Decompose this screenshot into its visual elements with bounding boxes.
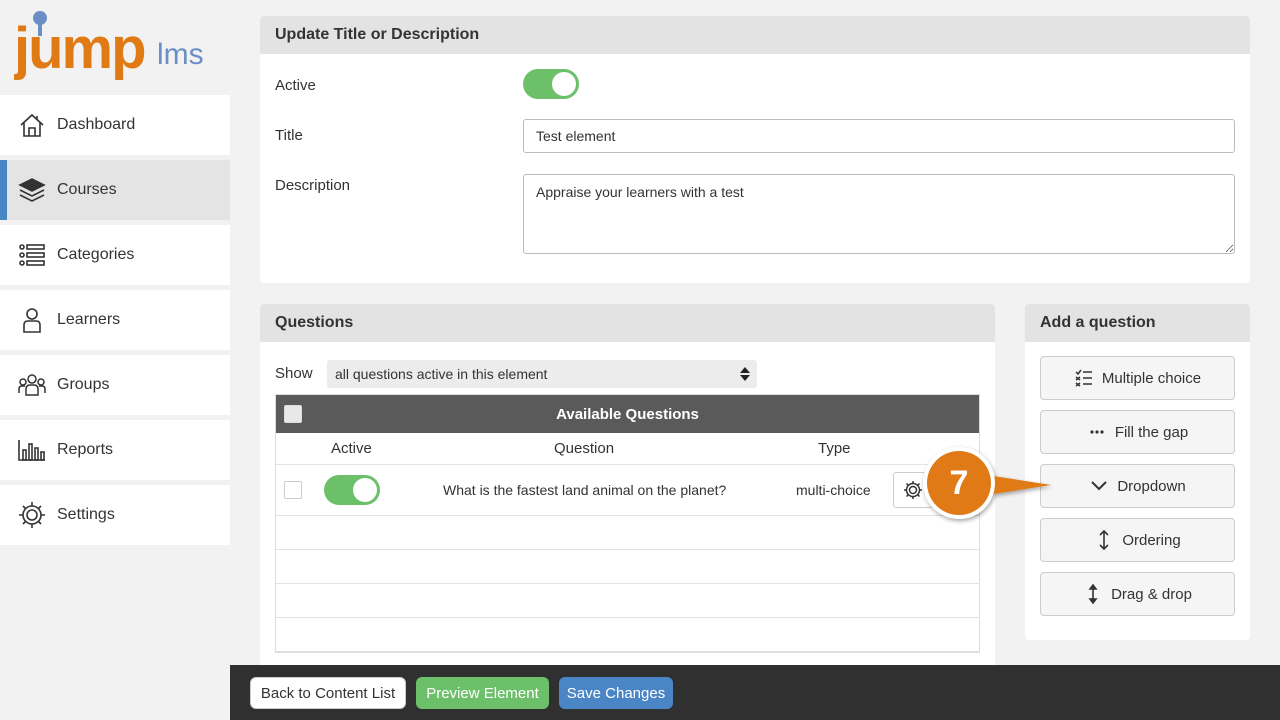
question-type: multi-choice — [796, 482, 871, 498]
empty-table-row — [276, 516, 979, 550]
active-label: Active — [275, 77, 316, 94]
books-icon — [18, 176, 46, 204]
column-header-active: Active — [331, 440, 372, 457]
panel-header: Questions — [260, 304, 995, 342]
active-toggle[interactable] — [523, 69, 579, 99]
question-active-toggle[interactable] — [324, 475, 380, 505]
sidebar-item-learners[interactable]: Learners — [0, 290, 230, 350]
empty-table-row — [276, 618, 979, 652]
show-filter-select[interactable]: all questions active in this element — [327, 360, 757, 388]
column-header-question: Question — [554, 440, 615, 457]
questions-table: Available Questions Active Question Type… — [275, 394, 980, 653]
group-icon — [18, 371, 46, 399]
step-callout: 7 — [921, 445, 1051, 521]
button-label: Multiple choice — [1101, 369, 1202, 387]
title-label: Title — [275, 127, 303, 144]
button-label: Ordering — [1122, 531, 1181, 549]
add-ordering-button[interactable]: Ordering — [1040, 518, 1235, 562]
sidebar-item-label: Courses — [57, 181, 117, 198]
sidebar-item-groups[interactable]: Groups — [0, 355, 230, 415]
preview-element-button[interactable]: Preview Element — [416, 677, 549, 709]
button-label: Drag & drop — [1111, 585, 1192, 603]
chevron-down-icon — [1089, 476, 1109, 496]
sidebar-item-dashboard[interactable]: Dashboard — [0, 95, 230, 155]
select-all-checkbox[interactable] — [284, 405, 302, 423]
sidebar-item-label: Groups — [57, 376, 110, 393]
button-label: Fill the gap — [1114, 423, 1189, 441]
title-input[interactable] — [523, 119, 1235, 153]
sidebar-item-label: Reports — [57, 441, 114, 458]
update-title-panel: Update Title or Description Active Title… — [260, 16, 1250, 283]
main-content: Update Title or Description Active Title… — [230, 0, 1280, 684]
add-multiple-choice-button[interactable]: Multiple choice — [1040, 356, 1235, 400]
gear-icon — [18, 501, 46, 529]
vertical-arrows-icon — [1094, 530, 1114, 550]
column-headers: Active Question Type — [276, 433, 979, 465]
column-header-type: Type — [818, 440, 851, 457]
bar-chart-icon — [18, 436, 46, 464]
svg-text:lms: lms — [157, 38, 204, 71]
table-title: Available Questions — [556, 405, 699, 423]
save-changes-button[interactable]: Save Changes — [559, 677, 673, 709]
sidebar-item-settings[interactable]: Settings — [0, 485, 230, 545]
table-row: What is the fastest land animal on the p… — [276, 465, 979, 516]
select-arrows-icon — [740, 367, 750, 381]
question-text: What is the fastest land animal on the p… — [443, 482, 727, 498]
description-label: Description — [275, 177, 351, 194]
sidebar-item-label: Learners — [57, 311, 121, 328]
empty-table-row — [276, 550, 979, 584]
footer-toolbar: Back to Content List Preview Element Sav… — [230, 665, 1280, 720]
empty-table-row — [276, 584, 979, 618]
show-label: Show — [275, 365, 313, 382]
panel-header: Update Title or Description — [260, 16, 1250, 54]
jumplms-logo[interactable]: jump lms — [13, 10, 224, 90]
svg-text:jump: jump — [14, 16, 145, 81]
button-label: Dropdown — [1117, 477, 1186, 495]
questions-panel: Questions Show all questions active in t… — [260, 304, 995, 684]
sidebar: jump lms Dashboard Courses Categories Le… — [0, 0, 230, 720]
table-header: Available Questions — [276, 395, 979, 433]
back-to-content-list-button[interactable]: Back to Content List — [250, 677, 406, 709]
drag-arrows-icon — [1083, 584, 1103, 604]
checklist-icon — [1074, 368, 1094, 388]
sidebar-item-categories[interactable]: Categories — [0, 225, 230, 285]
sidebar-item-courses[interactable]: Courses — [0, 160, 230, 220]
panel-header: Add a question — [1025, 304, 1250, 342]
row-checkbox[interactable] — [284, 481, 302, 499]
add-dropdown-button[interactable]: Dropdown — [1040, 464, 1235, 508]
gear-icon — [904, 481, 922, 499]
add-drag-drop-button[interactable]: Drag & drop — [1040, 572, 1235, 616]
home-icon — [18, 111, 46, 139]
sidebar-item-reports[interactable]: Reports — [0, 420, 230, 480]
ellipsis-icon — [1087, 422, 1107, 442]
sidebar-nav: Dashboard Courses Categories Learners Gr… — [0, 95, 230, 550]
step-number: 7 — [949, 463, 969, 502]
show-select-value: all questions active in this element — [335, 366, 548, 382]
sidebar-item-label: Categories — [57, 246, 135, 263]
sidebar-item-label: Settings — [57, 506, 115, 523]
list-icon — [18, 241, 46, 269]
add-fill-the-gap-button[interactable]: Fill the gap — [1040, 410, 1235, 454]
person-icon — [18, 306, 46, 334]
description-textarea[interactable]: Appraise your learners with a test — [523, 174, 1235, 254]
sidebar-item-label: Dashboard — [57, 116, 136, 133]
